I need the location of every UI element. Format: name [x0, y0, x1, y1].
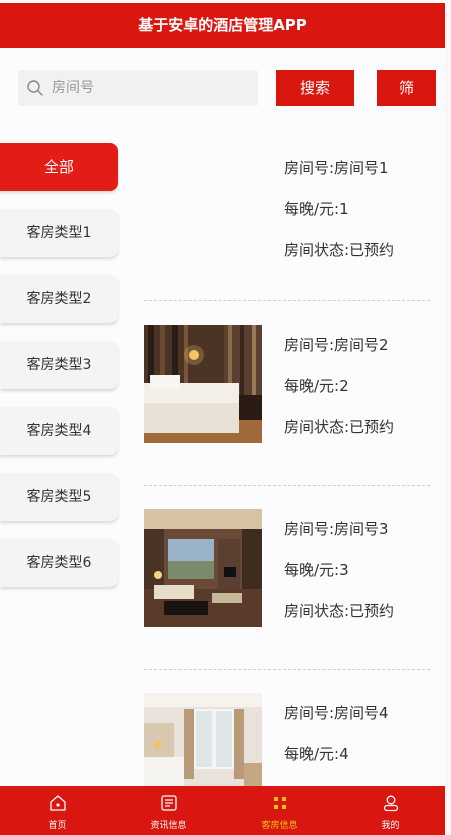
tab-label: 我的: [381, 821, 400, 831]
grid-icon: [271, 794, 289, 812]
room-image-placeholder: [144, 148, 262, 266]
room-price: 每晚/元:4: [284, 745, 349, 763]
app-header: 基于安卓的酒店管理APP: [0, 3, 445, 48]
room-price: 每晚/元:1: [284, 200, 349, 218]
divider: [144, 300, 430, 301]
category-type-2[interactable]: 客房类型2: [0, 275, 118, 323]
search-icon: [26, 79, 44, 97]
bottom-tab-bar: 首页 资讯信息 客房信息 我的: [0, 786, 445, 835]
room-number: 房间号:房间号3: [284, 520, 389, 538]
room-status: 房间状态:已预约: [284, 241, 395, 259]
page-title: 基于安卓的酒店管理APP: [138, 16, 307, 34]
category-type-6[interactable]: 客房类型6: [0, 539, 118, 587]
room-image: [144, 325, 262, 443]
tab-label: 资讯信息: [150, 821, 187, 831]
category-type-1[interactable]: 客房类型1: [0, 209, 118, 257]
room-card[interactable]: 房间号:房间号2 每晚/元:2 房间状态:已预约: [144, 325, 430, 443]
search-input[interactable]: [52, 70, 252, 106]
news-icon: [160, 794, 178, 812]
tab-label: 客房信息: [261, 821, 298, 831]
room-card[interactable]: 房间号:房间号1 每晚/元:1 房间状态:已预约: [144, 148, 430, 266]
tab-label: 首页: [48, 821, 67, 831]
category-all[interactable]: 全部: [0, 143, 118, 191]
room-number: 房间号:房间号2: [284, 336, 389, 354]
room-number: 房间号:房间号1: [284, 159, 389, 177]
room-price: 每晚/元:2: [284, 377, 349, 395]
user-icon: [382, 794, 400, 812]
search-button[interactable]: 搜索: [276, 70, 354, 106]
category-type-4[interactable]: 客房类型4: [0, 407, 118, 455]
app-screen: 基于安卓的酒店管理APP 搜索 筛 全部 客房类型1 客房类型2 客房类型3 客…: [0, 0, 445, 835]
filter-button[interactable]: 筛: [377, 70, 436, 106]
room-price: 每晚/元:3: [284, 561, 349, 579]
tab-rooms[interactable]: 客房信息: [224, 786, 335, 835]
tab-home[interactable]: 首页: [2, 786, 113, 835]
tab-news[interactable]: 资讯信息: [113, 786, 224, 835]
divider: [144, 485, 430, 486]
room-status: 房间状态:已预约: [284, 602, 395, 620]
home-icon: [49, 794, 67, 812]
divider: [144, 669, 430, 670]
tab-mine[interactable]: 我的: [335, 786, 445, 835]
search-box[interactable]: [18, 70, 258, 106]
category-type-5[interactable]: 客房类型5: [0, 473, 118, 521]
room-number: 房间号:房间号4: [284, 704, 389, 722]
category-type-3[interactable]: 客房类型3: [0, 341, 118, 389]
room-status: 房间状态:已预约: [284, 418, 395, 436]
room-card[interactable]: 房间号:房间号3 每晚/元:3 房间状态:已预约: [144, 509, 430, 627]
room-image: [144, 509, 262, 627]
